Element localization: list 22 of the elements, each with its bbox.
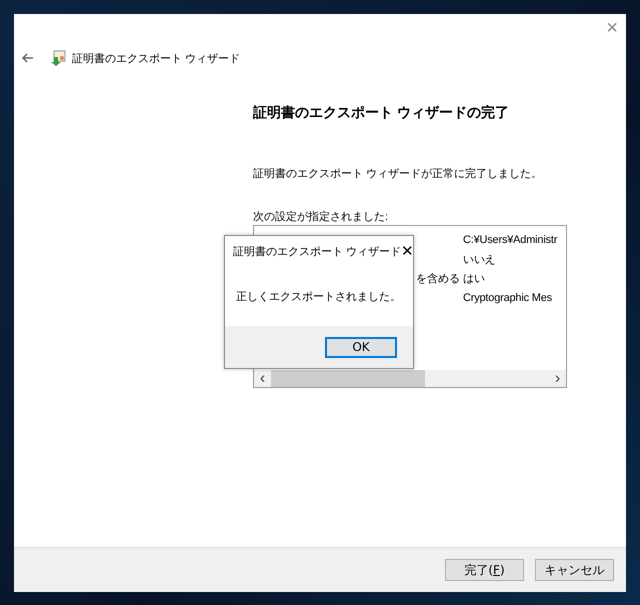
setting-value: C:¥Users¥Administr [463,234,558,246]
dialog-title: 証明書のエクスポート ウィザード [233,244,402,258]
setting-value: はい [463,272,485,286]
close-button[interactable]: ✕ [401,242,414,260]
horizontal-scrollbar[interactable]: ‹ › [254,370,566,387]
close-button[interactable]: × [606,14,626,44]
completion-message: 証明書のエクスポート ウィザードが正常に完了しました。 [253,166,544,181]
scroll-right-button[interactable]: › [549,370,566,387]
back-arrow-icon[interactable] [22,53,34,63]
scroll-thumb[interactable] [271,370,425,387]
footer-button[interactable]: キャンセル [535,559,614,581]
scroll-left-button[interactable]: ‹ [254,370,271,387]
setting-name: を含める [416,273,460,286]
settings-label: 次の設定が指定されました: [253,210,390,223]
setting-value: Cryptographic Mes [463,292,552,304]
setting-value: いいえ [463,252,496,267]
window-title: 証明書のエクスポート ウィザード [72,52,240,66]
footer-button[interactable]: 完了(F) [445,559,524,581]
certificate-icon [50,50,66,66]
page-heading: 証明書のエクスポート ウィザードの完了 [253,104,510,122]
ok-button[interactable]: OK [325,336,397,358]
dialog-message: 正しくエクスポートされました。 [236,290,401,304]
